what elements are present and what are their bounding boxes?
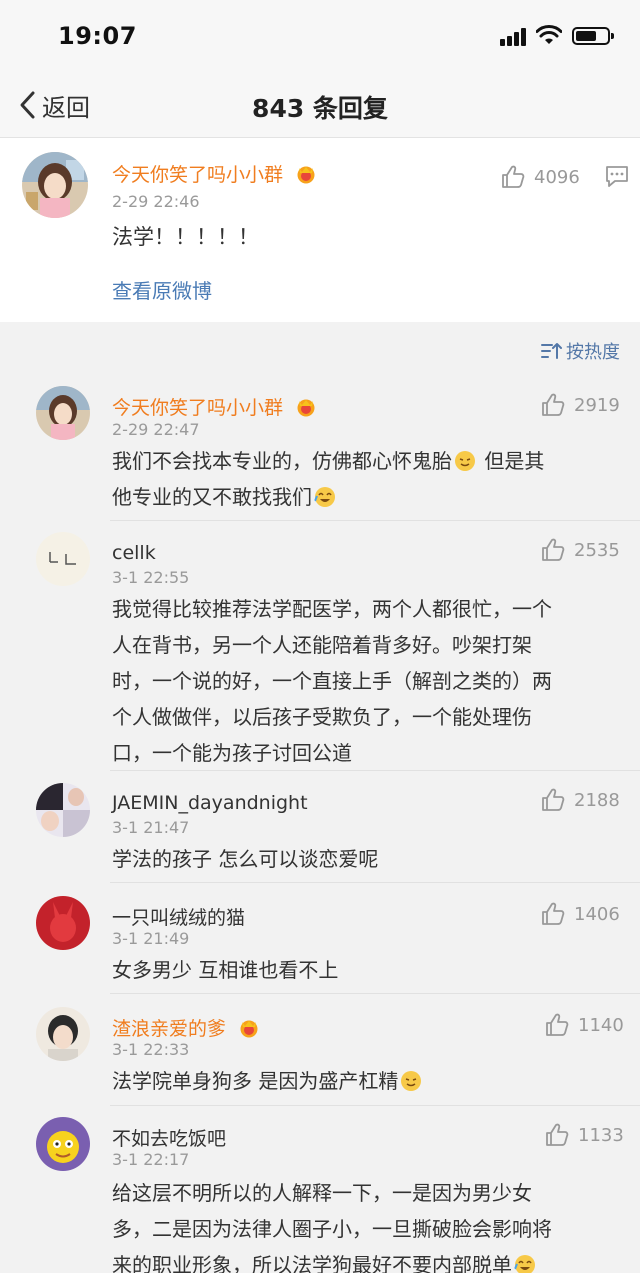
avatar[interactable] [36, 532, 90, 586]
view-original-link[interactable]: 查看原微博 [112, 275, 212, 304]
divider [110, 520, 640, 521]
wifi-icon [536, 25, 562, 44]
sort-button[interactable]: 按热度 [540, 338, 620, 364]
comment-username[interactable]: 今天你笑了吗小小群 [112, 160, 317, 187]
emoji-icon [514, 1255, 535, 1273]
comment-time: 3-1 22:55 [112, 568, 190, 587]
comment-text: 我们不会找本专业的，仿佛都心怀鬼胎 但是其 他专业的又不敢找我们 [112, 449, 545, 509]
thumb-up-icon [546, 1013, 569, 1036]
comment-username[interactable]: 渣浪亲爱的爹 [112, 1014, 260, 1041]
like-button[interactable]: 2919 [540, 392, 620, 418]
comment-text: 女多男少 互相谁也看不上 [112, 958, 339, 982]
vip-crown-icon [240, 1020, 258, 1038]
comment-time: 3-1 22:17 [112, 1150, 190, 1169]
avatar[interactable] [36, 386, 90, 440]
like-button[interactable]: 2188 [540, 787, 620, 813]
comment-text: 我觉得比较推荐法学配医学，两个人都很忙，一个 人在背书，另一个人还能陪着背多好。… [112, 597, 552, 765]
emoji-icon [401, 1071, 422, 1091]
vip-crown-icon [297, 399, 315, 417]
avatar[interactable] [36, 783, 90, 837]
comment-time: 2-29 22:47 [112, 420, 200, 439]
comment-username[interactable]: 一只叫绒绒的猫 [112, 903, 245, 930]
like-button[interactable]: 4096 [500, 164, 580, 190]
thumb-up-icon [542, 538, 565, 561]
comment-time: 3-1 21:49 [112, 929, 190, 948]
emoji-icon [455, 451, 475, 471]
comment-username[interactable]: JAEMIN_dayandnight [112, 792, 308, 814]
comment-text: 法学院单身狗多 是因为盛产杠精 [112, 1063, 424, 1099]
status-bar: 19:07 [0, 0, 640, 72]
divider [110, 1105, 640, 1106]
emoji-icon [314, 487, 335, 507]
comment-text: 学法的孩子 怎么可以谈恋爱呢 [112, 847, 379, 871]
status-time: 19:07 [58, 22, 137, 50]
like-button[interactable]: 1406 [540, 901, 620, 927]
avatar[interactable] [36, 1117, 90, 1171]
like-button[interactable]: 1140 [544, 1012, 624, 1038]
comment-time: 3-1 22:33 [112, 1040, 190, 1059]
comment-username[interactable]: cellk [112, 542, 156, 564]
avatar[interactable] [22, 152, 88, 218]
sort-icon [541, 343, 562, 359]
thumb-up-icon [542, 902, 565, 925]
divider [110, 770, 640, 771]
avatar[interactable] [36, 1007, 90, 1061]
thumb-up-icon [542, 788, 565, 811]
comment-text: 法学！！！！！ [112, 225, 259, 249]
comment-username[interactable]: 今天你笑了吗小小群 [112, 393, 317, 420]
like-button[interactable]: 1133 [544, 1122, 624, 1148]
vip-crown-icon [297, 166, 315, 184]
comment-username[interactable]: 不如去吃饭吧 [112, 1124, 226, 1151]
divider [110, 993, 640, 994]
comment-time: 2-29 22:46 [112, 192, 200, 211]
page-title: 843 条回复 [252, 94, 388, 123]
sort-row: 按热度 [0, 322, 640, 376]
thumb-up-icon [502, 165, 525, 188]
nav-bar: 返回 843 条回复 [0, 72, 640, 138]
thumb-up-icon [546, 1123, 569, 1146]
comment-text: 给这层不明所以的人解释一下，一是因为男少女 多，二是因为法律人圈子小，一旦撕破脸… [112, 1175, 552, 1273]
signal-icon [500, 28, 528, 46]
like-button[interactable]: 2535 [540, 537, 620, 563]
thumb-up-icon [542, 393, 565, 416]
divider [110, 882, 640, 883]
reply-icon[interactable] [604, 164, 630, 188]
avatar[interactable] [36, 896, 90, 950]
comment-time: 3-1 21:47 [112, 818, 190, 837]
battery-icon [572, 27, 614, 45]
